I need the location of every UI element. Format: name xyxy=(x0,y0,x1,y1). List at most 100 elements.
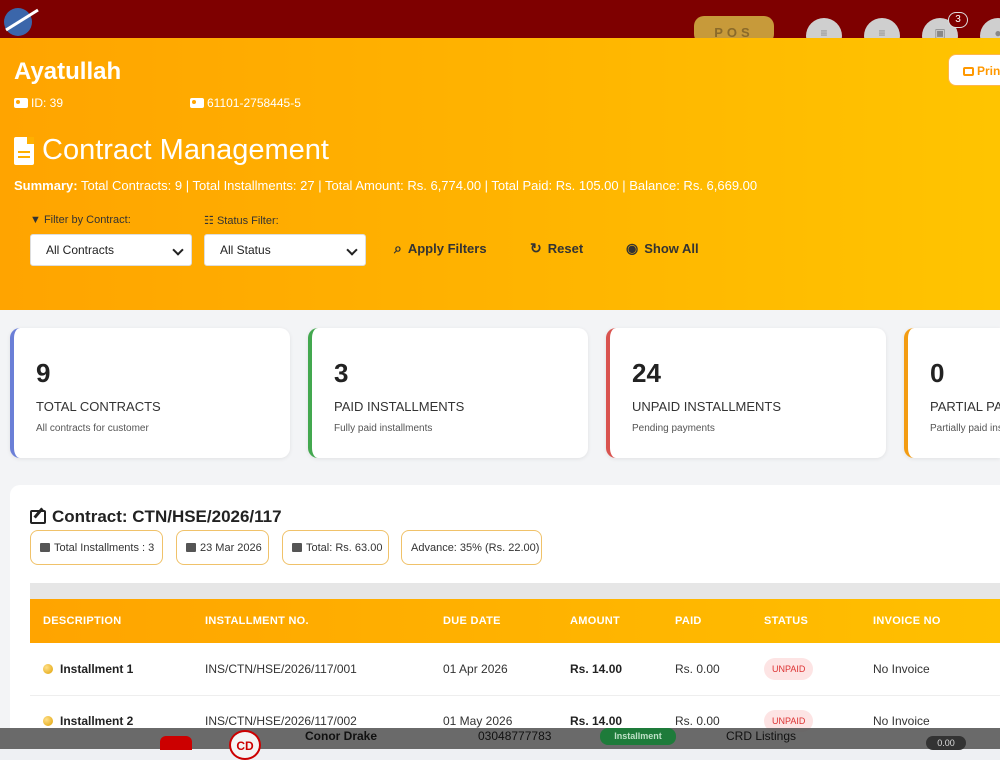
print-label: Print xyxy=(977,64,1000,78)
column-header: INSTALLMENT NO. xyxy=(205,615,309,627)
table-scrollbar[interactable] xyxy=(30,583,1000,599)
stat-card-partial-pay: 0 PARTIAL PAY Partially paid ins xyxy=(904,328,1000,458)
app-header: POS ≡ ≡ ▣ 3 ● xyxy=(0,0,1000,54)
reset-icon: ↻ xyxy=(530,240,542,256)
contract-title: Contract: CTN/HSE/2026/117 xyxy=(30,507,282,527)
contract-filter-label-text: Filter by Contract: xyxy=(43,214,131,226)
contract-filter-select[interactable]: All Contracts xyxy=(30,234,192,266)
notification-badge: 3 xyxy=(948,12,968,28)
stat-value: 9 xyxy=(36,358,51,388)
eye-icon: ◉ xyxy=(626,240,639,256)
stat-card-unpaid-installments: 24 UNPAID INSTALLMENTS Pending payments xyxy=(606,328,886,458)
chip-text: Advance: 35% (Rs. 22.00) xyxy=(411,542,540,554)
contract-doc-icon xyxy=(14,136,34,165)
status-filter-value: All Status xyxy=(220,243,271,257)
reset-button[interactable]: ↻ Reset xyxy=(530,240,583,257)
apply-filters-button[interactable]: ⌕ Apply Filters xyxy=(394,240,487,257)
customer-cnic-text: 61101-2758445-5 xyxy=(207,96,301,110)
chip-total: Total: Rs. 63.00 xyxy=(282,530,389,565)
table-row: Installment 1 INS/CTN/HSE/2026/117/001 0… xyxy=(30,643,1000,696)
status-filter-label-text: Status Filter: xyxy=(216,215,279,227)
stat-label: PARTIAL PAY xyxy=(930,399,1000,414)
stat-subtext: Partially paid ins xyxy=(930,423,1000,434)
contract-title-text: Contract: CTN/HSE/2026/117 xyxy=(52,507,282,526)
stat-subtext: All contracts for customer xyxy=(36,423,149,434)
chip-advance: Advance: 35% (Rs. 22.00) xyxy=(401,530,542,565)
status-badge: UNPAID xyxy=(764,658,814,680)
app-logo-icon xyxy=(4,8,39,36)
chip-text: Total Installments : 3 xyxy=(54,542,155,554)
column-header: DUE DATE xyxy=(443,615,501,627)
calendar-icon xyxy=(186,543,196,552)
money-icon xyxy=(292,543,302,552)
show-all-label: Show All xyxy=(644,241,699,256)
customer-id-text: ID: 39 xyxy=(31,96,64,110)
chip-text: 23 Mar 2026 xyxy=(200,542,262,554)
contract-filter-label: ▼ Filter by Contract: xyxy=(30,214,131,226)
page-title: Contract Management xyxy=(14,134,329,167)
coin-icon xyxy=(43,716,53,726)
contract-modal: Ayatullah ID: 39 61101-2758445-5 Print C… xyxy=(0,38,1000,749)
stat-subtext: Fully paid installments xyxy=(334,423,433,434)
customer-id: ID: 39 xyxy=(14,96,63,110)
table-header: DESCRIPTION INSTALLMENT NO. DUE DATE AMO… xyxy=(30,599,1000,643)
stat-value: 24 xyxy=(632,358,661,388)
id-card-icon xyxy=(190,98,204,108)
stat-value: 0 xyxy=(930,358,945,388)
print-button[interactable]: Print xyxy=(948,54,1000,86)
phone-bg: 03048777783 xyxy=(478,729,552,743)
printer-icon xyxy=(963,67,974,76)
reset-label: Reset xyxy=(547,241,584,256)
id-card-icon xyxy=(14,98,28,108)
customer-cnic: 61101-2758445-5 xyxy=(190,96,301,110)
amount-badge-bg: 0.00 xyxy=(926,736,966,750)
installment-description: Installment 1 xyxy=(43,643,133,695)
page-title-text: Contract Management xyxy=(42,134,329,166)
invoice-no: No Invoice xyxy=(873,662,930,676)
coin-icon xyxy=(43,664,53,674)
list-check-icon: ☷ xyxy=(204,215,214,227)
chip-text: Total: Rs. 63.00 xyxy=(306,542,383,554)
column-header: DESCRIPTION xyxy=(43,615,122,627)
customer-name-bg: Conor Drake xyxy=(305,729,378,743)
chevron-down-icon xyxy=(346,244,358,256)
stat-label: PAID INSTALLMENTS xyxy=(334,399,465,414)
column-header: STATUS xyxy=(764,615,809,627)
column-header: AMOUNT xyxy=(570,615,621,627)
installment-description-text: Installment 1 xyxy=(60,662,134,676)
status-filter-label: ☷ Status Filter: xyxy=(204,214,279,227)
box-icon xyxy=(40,543,50,552)
stat-card-paid-installments: 3 PAID INSTALLMENTS Fully paid installme… xyxy=(308,328,588,458)
customer-name: Ayatullah xyxy=(14,58,122,85)
summary-text: Total Contracts: 9 | Total Installments:… xyxy=(80,178,758,193)
due-date: 01 Apr 2026 xyxy=(443,662,508,676)
modal-header: Ayatullah ID: 39 61101-2758445-5 Print C… xyxy=(0,38,1000,310)
record-icon xyxy=(160,736,192,750)
stat-subtext: Pending payments xyxy=(632,423,715,434)
search-icon: ⌕ xyxy=(394,240,402,256)
type-badge-bg: Installment xyxy=(600,728,676,745)
stat-card-total-contracts: 9 TOTAL CONTRACTS All contracts for cust… xyxy=(10,328,290,458)
background-list-row: CD Conor Drake 03048777783 Installment C… xyxy=(0,728,1000,760)
contract-panel: Contract: CTN/HSE/2026/117 Total Install… xyxy=(10,485,1000,749)
edit-doc-icon xyxy=(30,510,46,524)
contract-filter-value: All Contracts xyxy=(46,243,115,257)
stat-value: 3 xyxy=(334,358,349,388)
show-all-button[interactable]: ◉ Show All xyxy=(626,240,699,257)
status-filter-select[interactable]: All Status xyxy=(204,234,366,266)
chip-date: 23 Mar 2026 xyxy=(176,530,269,565)
filter-icon: ▼ xyxy=(30,214,41,226)
stat-label: TOTAL CONTRACTS xyxy=(36,399,161,414)
summary-line: Summary: Total Contracts: 9 | Total Inst… xyxy=(14,178,757,193)
chip-total-installments: Total Installments : 3 xyxy=(30,530,163,565)
paid: Rs. 0.00 xyxy=(675,662,720,676)
installment-no: INS/CTN/HSE/2026/117/001 xyxy=(205,662,357,676)
installment-description-text: Installment 2 xyxy=(60,714,134,728)
summary-label: Summary: xyxy=(14,178,78,193)
amount: Rs. 14.00 xyxy=(570,662,623,676)
column-header: PAID xyxy=(675,615,702,627)
listing-bg: CRD Listings xyxy=(726,729,797,743)
avatar: CD xyxy=(229,730,261,760)
apply-filters-label: Apply Filters xyxy=(407,241,487,256)
stat-label: UNPAID INSTALLMENTS xyxy=(632,399,782,414)
